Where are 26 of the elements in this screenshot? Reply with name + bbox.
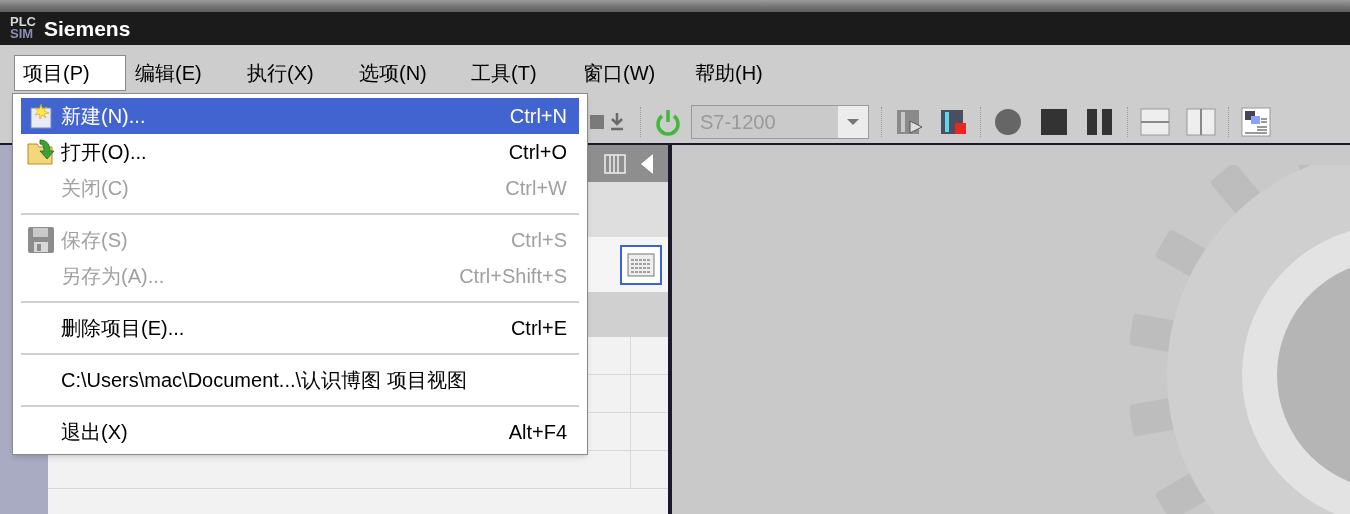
menu-bar-item[interactable]: 窗口(W) bbox=[574, 54, 686, 91]
menu-bar-item[interactable]: 帮助(H) bbox=[686, 54, 798, 91]
menu-bar-item[interactable]: 项目(P) bbox=[14, 54, 126, 91]
folder-arrow-icon bbox=[26, 138, 56, 166]
menu-bar-item[interactable]: 编辑(E) bbox=[126, 54, 238, 91]
columns-icon[interactable] bbox=[604, 153, 626, 174]
horizontal-split-icon[interactable] bbox=[1140, 106, 1170, 137]
app-logo: PLC SIM bbox=[10, 15, 36, 40]
menu-item[interactable]: 退出(X) Alt+F4 bbox=[21, 414, 579, 450]
menu-bar-item[interactable]: 工具(T) bbox=[462, 54, 574, 91]
menu-item[interactable]: 删除项目(E)... Ctrl+E bbox=[21, 310, 579, 346]
dropdown-caret-icon bbox=[838, 105, 868, 138]
menu-bar-item[interactable]: 选项(N) bbox=[350, 54, 462, 91]
window-list-icon[interactable] bbox=[1241, 106, 1271, 137]
stop-icon[interactable] bbox=[1039, 106, 1069, 137]
collapse-arrow-icon[interactable] bbox=[640, 152, 654, 175]
vertical-split-icon[interactable] bbox=[1186, 106, 1216, 137]
menu-bar-item[interactable]: 执行(X) bbox=[238, 54, 350, 91]
pause-icon[interactable] bbox=[1085, 106, 1115, 137]
menu-item[interactable]: 新建(N)... Ctrl+N bbox=[21, 98, 579, 134]
menu-item[interactable]: C:\Users\mac\Document...\认识博图 项目视图 bbox=[21, 362, 579, 398]
new-document-icon bbox=[27, 102, 55, 130]
window-title: Siemens bbox=[44, 15, 131, 42]
record-icon[interactable] bbox=[993, 106, 1023, 137]
menu-item[interactable]: 打开(O)... Ctrl+O bbox=[21, 134, 579, 170]
table-view-icon[interactable] bbox=[620, 244, 662, 285]
